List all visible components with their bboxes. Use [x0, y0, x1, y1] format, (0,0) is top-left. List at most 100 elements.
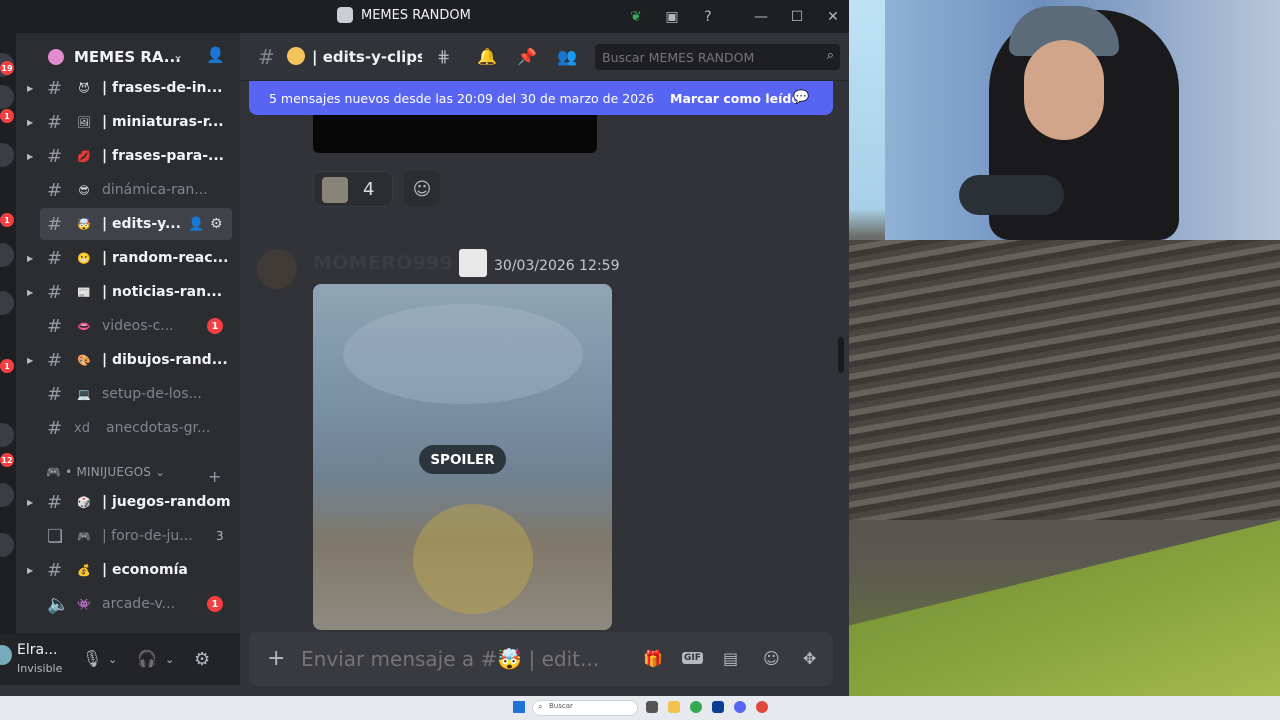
- voice-channel-item[interactable]: 🔈 👾 arcade-v... 1: [16, 588, 240, 620]
- new-messages-banner[interactable]: 5 mensajes nuevos desde las 20:09 del 30…: [249, 81, 833, 115]
- banner-text: 5 mensajes nuevos desde las 20:09 del 30…: [269, 91, 655, 106]
- photoshop-icon[interactable]: [712, 701, 724, 713]
- channel-item[interactable]: ▶ # 😬 | random-reac...: [16, 242, 240, 274]
- sticker-icon[interactable]: ▤: [723, 649, 738, 668]
- channel-name: dinámica-ran...: [102, 182, 208, 198]
- server-icon[interactable]: [0, 243, 14, 267]
- gif-icon[interactable]: GIF: [682, 652, 703, 664]
- reaction-emoji-icon: [322, 177, 348, 203]
- headphones-icon[interactable]: 🎧: [137, 649, 157, 668]
- channel-item[interactable]: # 😎 dinámica-ran...: [16, 174, 240, 206]
- minimize-button[interactable]: —: [750, 6, 772, 28]
- windows-start-icon[interactable]: [513, 701, 525, 713]
- mark-as-read-button[interactable]: Marcar como leído: [670, 91, 800, 106]
- search-input[interactable]: [595, 44, 810, 70]
- apps-icon[interactable]: ✥: [803, 649, 816, 668]
- channel-item[interactable]: ▶ # 😈 | frases-de-in...: [16, 72, 240, 104]
- taskbar-search[interactable]: ⌕ Buscar: [532, 700, 638, 716]
- blur-shape: [413, 504, 533, 614]
- channel-item[interactable]: ▶ # 📰 | noticias-ran...: [16, 276, 240, 308]
- server-icon[interactable]: [0, 143, 14, 167]
- reaction-chip[interactable]: 4: [313, 171, 393, 207]
- mention-badge: 1: [207, 596, 223, 612]
- avatar[interactable]: [257, 249, 297, 289]
- hashtag-icon: #: [47, 383, 63, 405]
- channel-emoji-icon: 💻: [77, 387, 91, 401]
- channel-emoji-icon: 🎮: [77, 529, 91, 543]
- channel-item[interactable]: ▶ # 🎲 | juegos-random: [16, 486, 240, 518]
- hashtag-icon: #: [47, 281, 63, 303]
- gift-icon[interactable]: 🎁: [643, 649, 663, 668]
- channel-name: | random-reac...: [102, 250, 229, 266]
- avatar[interactable]: [0, 645, 12, 665]
- channel-item[interactable]: # 💻 setup-de-los...: [16, 378, 240, 410]
- hashtag-icon: #: [47, 315, 63, 337]
- hashtag-icon: #: [47, 559, 63, 581]
- channel-title: | edits-y-clips-r: [312, 48, 422, 66]
- desktop: MEMES RANDOM ❦ ▣ ? — ☐ ✕ 19 1 1 1 12 MEM…: [0, 0, 1280, 720]
- previous-attachment[interactable]: [313, 115, 597, 153]
- server-icon[interactable]: [0, 533, 14, 557]
- message-input[interactable]: [301, 644, 641, 674]
- channel-name: | noticias-ran...: [102, 284, 223, 300]
- server-icon[interactable]: [0, 483, 14, 507]
- app-icon[interactable]: [756, 701, 768, 713]
- file-explorer-icon[interactable]: [668, 701, 680, 713]
- chrome-icon[interactable]: [690, 701, 702, 713]
- gear-icon[interactable]: ⚙: [210, 216, 223, 232]
- pin-icon[interactable]: 📌: [517, 47, 537, 66]
- chevron-right-icon: ▶: [27, 287, 34, 297]
- gear-icon[interactable]: ⚙: [194, 649, 210, 670]
- maximize-button[interactable]: ☐: [786, 6, 808, 28]
- search-icon: ⌕: [826, 48, 834, 63]
- message-timestamp: 30/03/2026 12:59: [494, 258, 620, 274]
- taskbar-search-label: Buscar: [549, 702, 573, 710]
- channel-item[interactable]: ▶ # 🖼 | miniaturas-r...: [16, 106, 240, 138]
- add-reaction-icon[interactable]: ☺: [404, 171, 440, 207]
- grass-slope: [849, 520, 1280, 696]
- scrollbar[interactable]: [838, 337, 844, 373]
- task-view-icon[interactable]: [646, 701, 658, 713]
- channel-name: | edits-y...: [102, 216, 181, 232]
- channel-item-active[interactable]: # 🤯 | edits-y... 👤 ⚙: [40, 208, 232, 240]
- chevron-down-icon[interactable]: ⌄: [173, 48, 183, 62]
- server-icon[interactable]: [0, 291, 14, 315]
- upload-plus-icon[interactable]: +: [267, 646, 285, 671]
- server-icon[interactable]: [0, 85, 14, 109]
- close-button[interactable]: ✕: [822, 6, 844, 28]
- chevron-right-icon: ▶: [27, 83, 34, 93]
- chevron-down-icon[interactable]: ⌄: [108, 653, 117, 666]
- channel-item[interactable]: ▶ # 💋 | frases-para-...: [16, 140, 240, 172]
- channel-name: | foro-de-ju...: [102, 528, 193, 544]
- microphone-icon[interactable]: 🎙: [82, 649, 102, 668]
- message-author[interactable]: MOMERO999: [313, 252, 453, 274]
- channel-item[interactable]: # 👄 videos-c... 1: [16, 310, 240, 342]
- add-member-icon[interactable]: 👤: [206, 46, 225, 64]
- add-channel-icon[interactable]: +: [208, 467, 221, 486]
- channel-item[interactable]: ▶ # 🎨 | dibujos-rand...: [16, 344, 240, 376]
- channel-name: videos-c...: [102, 318, 174, 334]
- server-icon[interactable]: [0, 423, 14, 447]
- channel-item[interactable]: ▶ # 💰 | economía: [16, 554, 240, 586]
- mark-read-icon[interactable]: 💬: [793, 90, 809, 105]
- user-panel: Elra... Invisible 🎙 ⌄ 🎧 ⌄ ⚙: [0, 633, 240, 685]
- channel-emoji-icon: 😎: [78, 183, 90, 197]
- search-box[interactable]: ⌕: [595, 44, 840, 70]
- threads-icon[interactable]: ⋕: [437, 47, 450, 66]
- spoiler-label[interactable]: SPOILER: [419, 445, 506, 474]
- nitro-leaf-icon[interactable]: ❦: [625, 6, 647, 28]
- forum-channel-item[interactable]: ❏ 🎮 | foro-de-ju... 3: [16, 520, 240, 552]
- bell-icon[interactable]: 🔔: [477, 47, 497, 66]
- chevron-down-icon[interactable]: ⌄: [165, 653, 174, 666]
- emoji-picker-icon[interactable]: ☺: [763, 649, 780, 668]
- unread-badge: 1: [0, 213, 14, 227]
- discord-icon[interactable]: [734, 701, 746, 713]
- chevron-right-icon: ▶: [27, 117, 34, 127]
- invite-icon[interactable]: 👤: [188, 217, 204, 232]
- help-icon[interactable]: ?: [697, 6, 719, 28]
- channel-emoji-icon: 📰: [77, 285, 91, 299]
- channel-item[interactable]: # xd anecdotas-gr...: [16, 412, 240, 444]
- category-minijuegos[interactable]: 🎮 • MINIJUEGOS ⌄: [46, 465, 165, 479]
- screen-share-icon[interactable]: ▣: [661, 6, 683, 28]
- member-list-icon[interactable]: 👥: [557, 47, 577, 66]
